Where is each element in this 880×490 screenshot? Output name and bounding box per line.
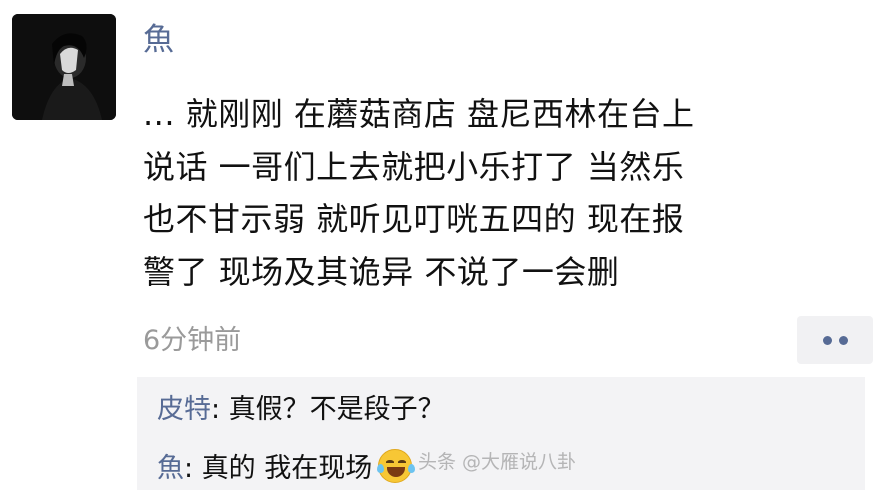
ellipsis-icon	[838, 335, 848, 345]
comment-text: 真的 我在现场	[201, 453, 373, 484]
ellipsis-icon	[822, 335, 832, 345]
laughing-tears-emoji-icon	[377, 449, 416, 483]
more-options-button[interactable]	[797, 316, 873, 364]
comment-author[interactable]: 魚	[157, 453, 184, 484]
post-author-name[interactable]: 魚	[143, 22, 174, 58]
portrait-avatar-icon	[12, 14, 116, 120]
comment-separator: :	[211, 394, 229, 425]
comment-author[interactable]: 皮特	[157, 394, 211, 425]
comment-item[interactable]: 皮特: 真假？不是段子？	[157, 393, 445, 427]
comment-separator: :	[184, 453, 202, 484]
avatar[interactable]	[12, 14, 116, 120]
post-timestamp: 6分钟前	[143, 325, 242, 356]
comment-item[interactable]: 魚: 真的 我在现场	[157, 449, 416, 486]
comment-text: 真假？不是段子？	[228, 394, 445, 425]
watermark: 头条 @大雁说八卦	[418, 451, 577, 473]
post-text: ... 就刚刚 在蘑菇商店 盘尼西林在台上 说话 一哥们上去就把小乐打了 当然乐…	[143, 95, 695, 291]
